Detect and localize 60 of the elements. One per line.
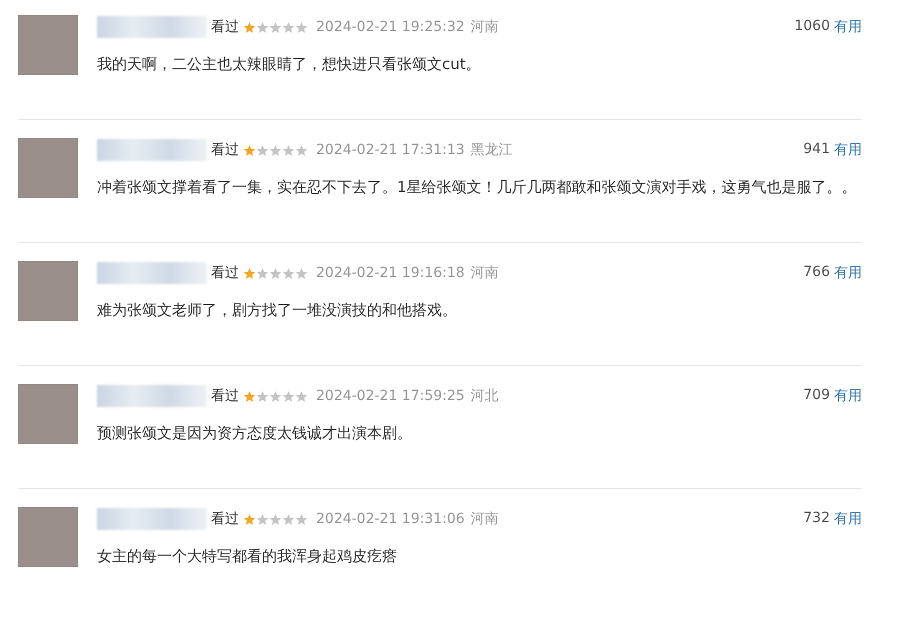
comment-text: 我的天啊，二公主也太辣眼睛了，想快进只看张颂文cut。 xyxy=(97,54,482,75)
comment-text: 冲着张颂文撑着看了一集，实在忍不下去了。1星给张颂文！几斤几两都敢和张颂文演对手戏，这勇气也是服了。。 xyxy=(97,177,858,198)
comment-time: 2024-02-21 19:31:06 xyxy=(316,511,465,527)
comment-time: 2024-02-21 17:31:13 xyxy=(316,142,465,158)
star-icon xyxy=(295,512,308,526)
comment-location: 河南 xyxy=(470,510,499,528)
star-icon xyxy=(282,390,295,402)
star-icon xyxy=(282,144,295,156)
comment-text: 难为张颂文老师了，剧方找了一堆没演技的和他搭戏。 xyxy=(97,300,458,321)
comment-location: 河北 xyxy=(470,387,499,405)
useful-count: 766 xyxy=(803,264,830,282)
star-icon xyxy=(243,512,256,526)
star-icon xyxy=(269,20,282,34)
comment-text: 预测张颂文是因为资方态度太钱诚才出演本剧。 xyxy=(97,423,413,444)
comment-time: 2024-02-21 17:59:25 xyxy=(316,388,465,404)
star-icon xyxy=(269,390,282,402)
watched-status: 看过 xyxy=(211,264,239,282)
comment-location: 河南 xyxy=(470,18,499,36)
watched-status: 看过 xyxy=(211,141,239,159)
avatar-photo-placeholder xyxy=(18,15,78,75)
star-icon xyxy=(295,266,308,280)
useful-count: 732 xyxy=(803,510,830,528)
star-icon xyxy=(243,390,256,402)
star-icon xyxy=(243,266,256,280)
useful-count: 1060 xyxy=(794,18,830,36)
watched-status: 看过 xyxy=(211,18,239,36)
useful-link[interactable]: 有用 xyxy=(834,18,862,36)
avatar-photo-placeholder xyxy=(18,261,78,321)
star-icon xyxy=(256,144,269,156)
star-icon xyxy=(243,144,256,156)
star-icon xyxy=(282,266,295,280)
useful-count: 709 xyxy=(803,387,830,405)
comment-location: 黑龙江 xyxy=(470,141,513,159)
star-icon xyxy=(282,512,295,526)
comment-text: 女主的每一个大特写都看的我浑身起鸡皮疙瘩 xyxy=(97,546,398,567)
star-icon xyxy=(295,20,308,34)
star-icon xyxy=(282,20,295,34)
comment-time: 2024-02-21 19:16:18 xyxy=(316,265,465,281)
watched-status: 看过 xyxy=(211,387,239,405)
useful-link[interactable]: 有用 xyxy=(834,387,862,405)
star-icon xyxy=(269,266,282,280)
comment-location: 河南 xyxy=(470,264,499,282)
star-icon xyxy=(269,512,282,526)
star-icon xyxy=(256,390,269,402)
star-icon xyxy=(295,390,308,402)
comment-time: 2024-02-21 19:25:32 xyxy=(316,19,465,35)
useful-count: 941 xyxy=(803,141,830,159)
useful-link[interactable]: 有用 xyxy=(834,264,862,282)
useful-link[interactable]: 有用 xyxy=(834,141,862,159)
star-icon xyxy=(256,512,269,526)
star-icon xyxy=(295,144,308,156)
avatar-photo-placeholder xyxy=(18,507,78,567)
star-icon xyxy=(269,144,282,156)
avatar-photo-placeholder xyxy=(18,384,78,444)
useful-link[interactable]: 有用 xyxy=(834,510,862,528)
watched-status: 看过 xyxy=(211,510,239,528)
star-icon xyxy=(243,20,256,34)
avatar-photo-placeholder xyxy=(18,138,78,198)
star-icon xyxy=(256,20,269,34)
star-icon xyxy=(256,266,269,280)
